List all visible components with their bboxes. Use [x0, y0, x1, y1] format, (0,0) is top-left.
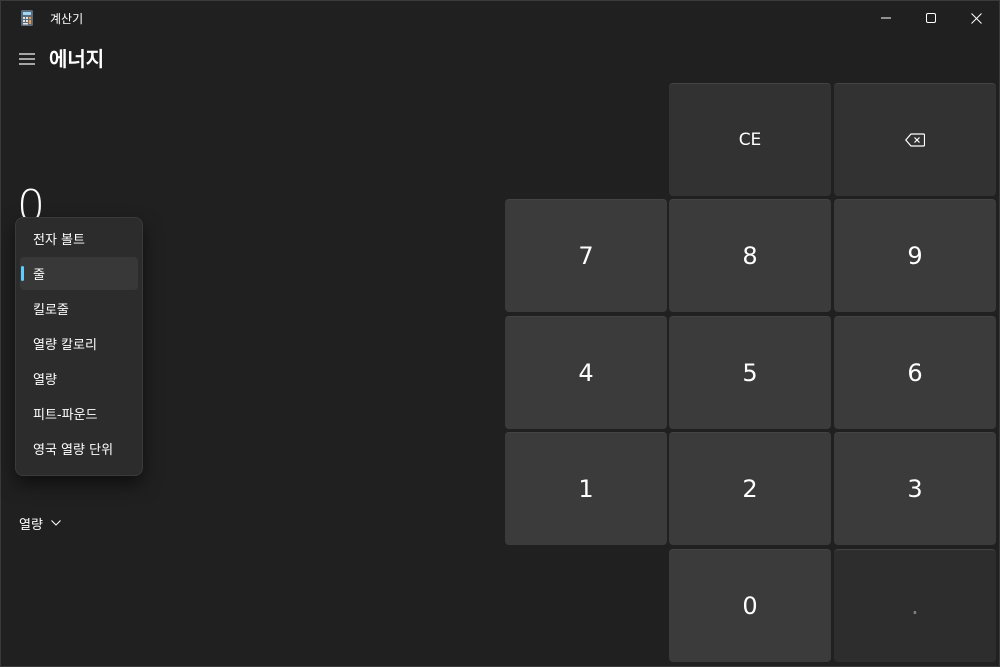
unit-option-calorie[interactable]: 열량 — [20, 362, 138, 395]
chevron-down-icon — [51, 520, 61, 526]
title-bar: 계산기 — [1, 1, 999, 35]
digit-7-button[interactable]: 7 — [505, 199, 667, 312]
backspace-icon — [905, 133, 925, 147]
digit-5-button[interactable]: 5 — [669, 316, 831, 429]
minimize-button[interactable] — [863, 1, 909, 35]
maximize-button[interactable] — [908, 1, 954, 35]
unit-option-joule[interactable]: 줄 — [20, 257, 138, 290]
backspace-button[interactable] — [834, 83, 996, 196]
output-unit-label: 열량 — [19, 517, 43, 533]
unit-option-electron-volt[interactable]: 전자 볼트 — [20, 222, 138, 255]
unit-option-btu[interactable]: 영국 열량 단위 — [20, 432, 138, 465]
digit-3-button[interactable]: 3 — [834, 432, 996, 545]
output-unit-dropdown[interactable]: 열량 — [13, 509, 67, 537]
decimal-point-button[interactable]: . — [834, 549, 996, 662]
maximize-icon — [926, 13, 936, 23]
unit-option-kilojoule[interactable]: 킬로줄 — [20, 292, 138, 325]
window-title: 계산기 — [50, 12, 84, 26]
digit-2-button[interactable]: 2 — [669, 432, 831, 545]
digit-0-button[interactable]: 0 — [669, 549, 831, 662]
navigation-menu-button[interactable] — [13, 45, 41, 73]
unit-options-popup: 전자 볼트 줄 킬로줄 열량 칼로리 열량 피트-파운드 영국 열량 단위 — [15, 217, 143, 476]
digit-8-button[interactable]: 8 — [669, 199, 831, 312]
digit-9-button[interactable]: 9 — [834, 199, 996, 312]
close-button[interactable] — [953, 1, 999, 35]
calculator-window: 계산기 에너지 0 0 열량 — [0, 0, 1000, 667]
calculator-app-icon — [21, 10, 33, 26]
clear-entry-button[interactable]: CE — [669, 83, 831, 196]
digit-1-button[interactable]: 1 — [505, 432, 667, 545]
digit-4-button[interactable]: 4 — [505, 316, 667, 429]
close-icon — [970, 12, 982, 24]
hamburger-menu-icon — [19, 53, 35, 65]
digit-6-button[interactable]: 6 — [834, 316, 996, 429]
minimize-icon — [881, 17, 891, 19]
unit-option-foot-pound[interactable]: 피트-파운드 — [20, 397, 138, 430]
unit-option-thermal-calorie[interactable]: 열량 칼로리 — [20, 327, 138, 360]
page-title: 에너지 — [49, 47, 105, 71]
